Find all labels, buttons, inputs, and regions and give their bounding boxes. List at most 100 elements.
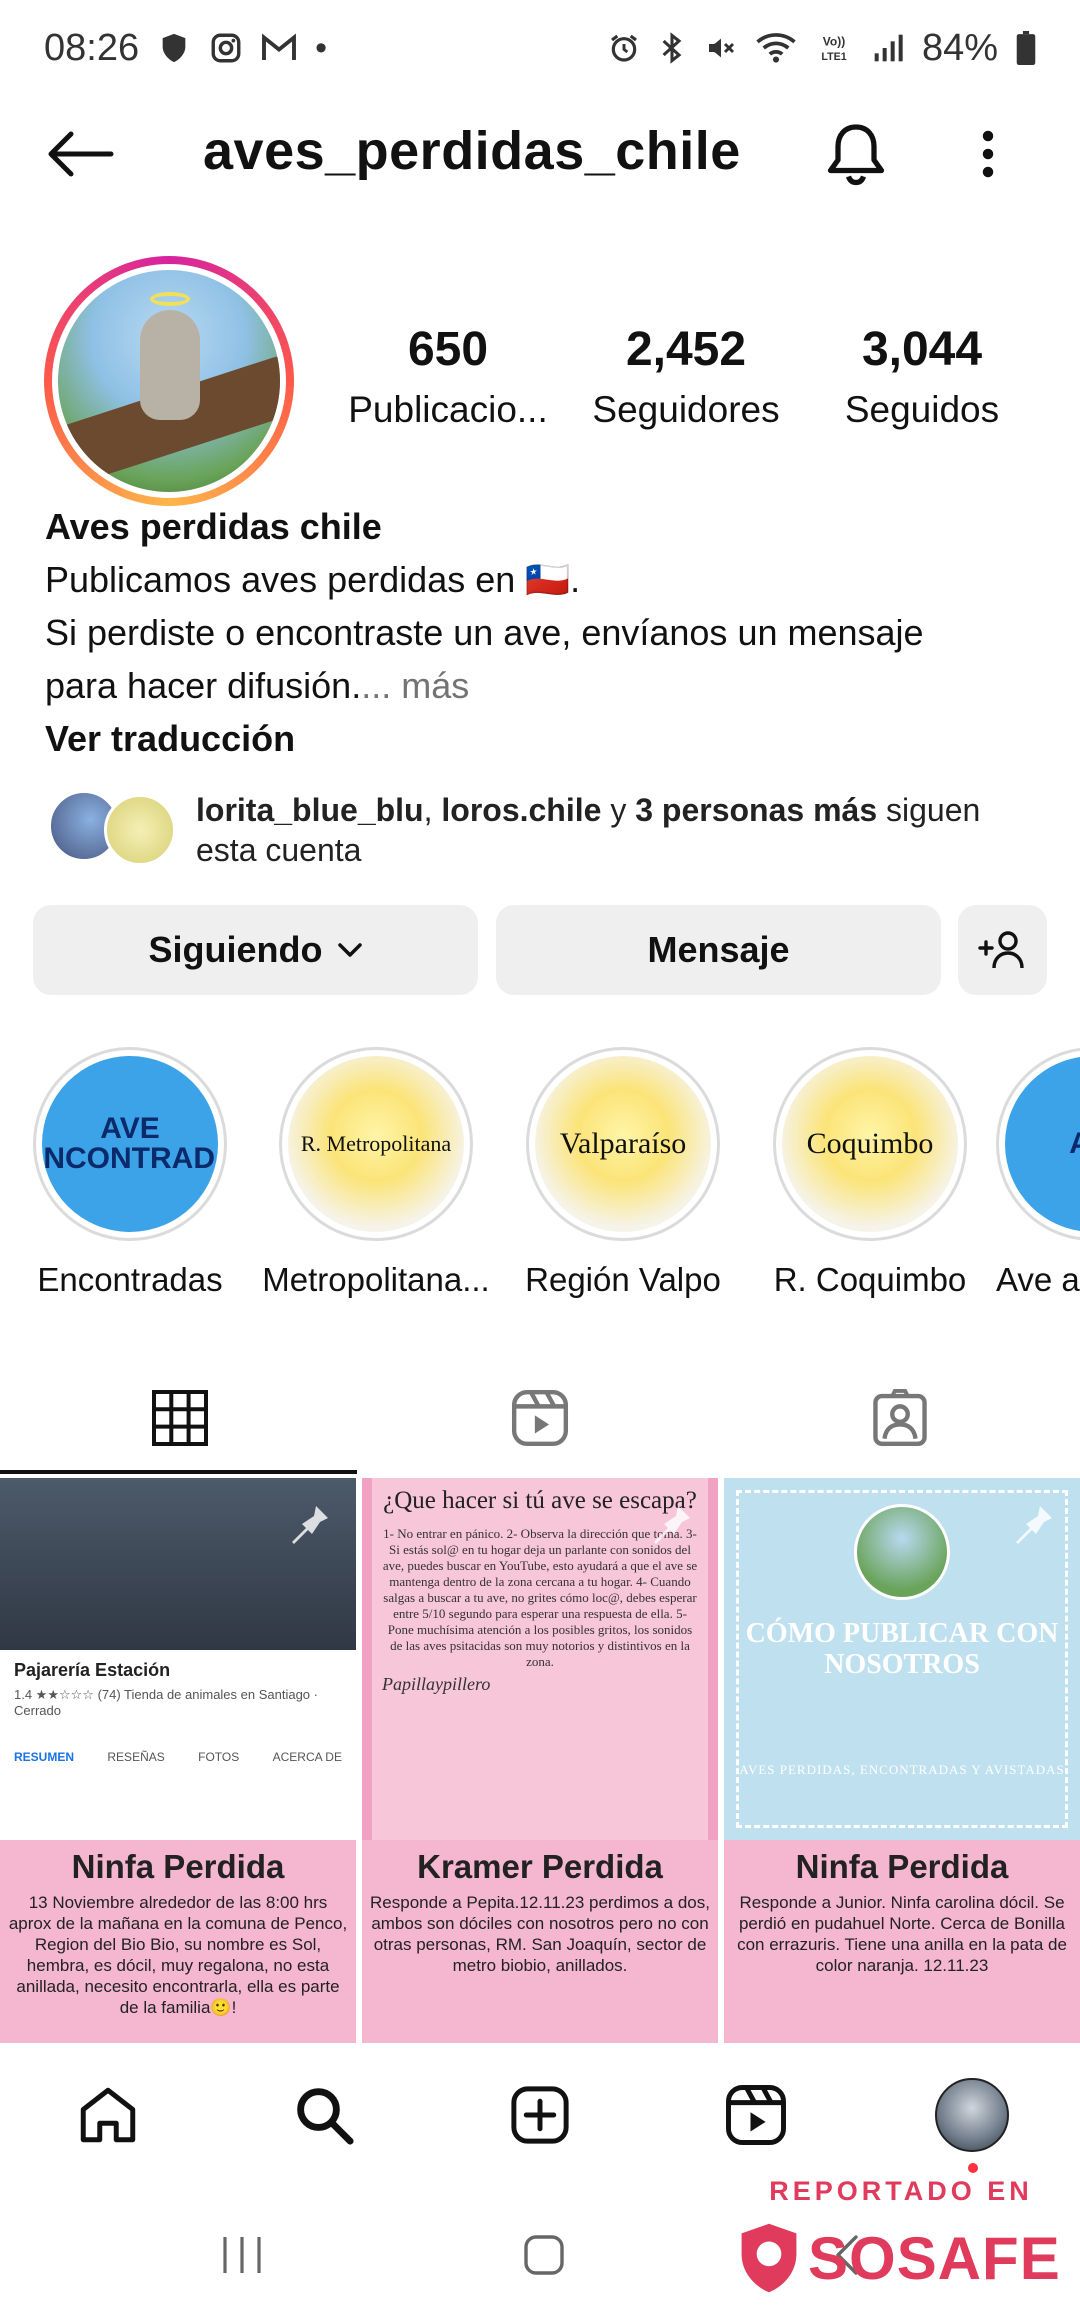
post-3-avatar [854, 1504, 950, 1600]
post-1-card-sub: 1.4 ★★☆☆☆ (74) Tienda de animales en San… [14, 1687, 318, 1718]
highlight-5-cover: AVI [1005, 1056, 1080, 1232]
post-1-image: Pajarería Estación 1.4 ★★☆☆☆ (74) Tienda… [0, 1478, 356, 1840]
post-3-title: Ninfa Perdida [795, 1848, 1009, 1885]
followed-by-separator: , [423, 792, 442, 828]
post-3[interactable]: CÓMO PUBLICAR CON NOSOTROS AVES PERDIDAS… [724, 1478, 1080, 2043]
followed-by-conjunction: y [601, 792, 636, 828]
sosafe-shield-logo-icon [741, 2223, 797, 2293]
status-bar: 08:26 • Vo)) LTE1 84% [0, 0, 1080, 96]
svg-text:Vo)): Vo)) [823, 34, 845, 48]
notifications-button[interactable] [820, 118, 892, 190]
profile-avatar[interactable] [44, 256, 294, 506]
following-label: Seguidos [844, 389, 1000, 430]
bio-line-3-wrapper: para hacer difusión.... más [45, 659, 1045, 712]
highlight-2-ring: R. Metropolitana [279, 1047, 473, 1241]
bio-name: Aves perdidas chile [45, 506, 382, 547]
following-button-label: Siguiendo [148, 929, 323, 970]
dot-icon: • [315, 28, 327, 67]
posts-count: 650 [407, 323, 489, 376]
highlight-4-cover: Coquimbo [782, 1056, 958, 1232]
bottom-navigation [0, 2045, 1080, 2185]
post-1-card-tab-1: RESUMEN [14, 1750, 75, 1764]
back-button[interactable] [40, 124, 120, 184]
post-3-image: CÓMO PUBLICAR CON NOSOTROS AVES PERDIDAS… [724, 1478, 1080, 1840]
tab-reels[interactable] [360, 1360, 720, 1475]
nav-home[interactable] [68, 2075, 148, 2155]
stat-followers[interactable]: 2,452 Seguidores [576, 322, 796, 431]
pinned-icon [654, 1506, 690, 1544]
highlight-2-cover: R. Metropolitana [288, 1056, 464, 1232]
recent-apps-button[interactable] [202, 2220, 282, 2290]
tab-tagged[interactable] [720, 1360, 1080, 1475]
followed-by-row[interactable]: lorita_blue_blu, loros.chile y 3 persona… [48, 790, 1038, 870]
nav-create[interactable] [500, 2075, 580, 2155]
nav-profile[interactable] [932, 2075, 1012, 2155]
following-button[interactable]: Siguiendo [33, 905, 478, 995]
volte-icon: Vo)) LTE1 [821, 34, 846, 63]
see-translation-link[interactable]: Ver traducción [45, 712, 1045, 765]
watermark-brand-name: SOSAFE [808, 2224, 1061, 2292]
post-2-image-sign: Papillaypillero [382, 1674, 491, 1694]
bio-more-link[interactable]: ... más [361, 665, 469, 706]
signal-icon [874, 34, 903, 62]
active-tab-indicator [0, 1470, 357, 1474]
svg-text:LTE1: LTE1 [821, 51, 846, 63]
gmail-icon [262, 33, 297, 60]
message-button[interactable]: Mensaje [496, 905, 941, 995]
stat-following[interactable]: 3,044 Seguidos [812, 322, 1032, 431]
status-left: 08:26 • [44, 27, 327, 70]
highlight-3-ring: Valparaíso [526, 1047, 720, 1241]
highlight-4[interactable]: Coquimbo R. Coquimbo [750, 1047, 990, 1299]
follower-avatar-2 [104, 794, 176, 866]
highlight-3-label: Región Valpo [525, 1261, 721, 1298]
post-1-map-card: Pajarería Estación 1.4 ★★☆☆☆ (74) Tienda… [0, 1650, 356, 1840]
highlight-1-ring: AVE ENCONTRADA [33, 1047, 227, 1241]
profile-actions: Siguiendo Mensaje [33, 905, 1047, 995]
highlight-2[interactable]: R. Metropolitana Metropolitana... [256, 1047, 496, 1299]
more-vertical-icon [982, 130, 994, 178]
add-person-icon [977, 931, 1024, 969]
sosafe-watermark: REPORTADO EN SOSAFE [736, 2176, 1066, 2306]
post-1-card-title: Pajarería Estación [14, 1660, 171, 1680]
stat-posts[interactable]: 650 Publicacio... [338, 322, 558, 431]
home-system-button[interactable] [504, 2220, 584, 2290]
post-1[interactable]: Pajarería Estación 1.4 ★★☆☆☆ (74) Tienda… [0, 1478, 356, 2043]
avatar-image [58, 270, 280, 492]
bio-line-1: Publicamos aves perdidas en 🇨🇱. [45, 559, 581, 600]
posts-label: Publicacio... [348, 389, 548, 430]
battery-icon [1016, 31, 1036, 65]
bell-icon [827, 124, 885, 186]
suggest-people-button[interactable] [958, 905, 1047, 995]
nav-profile-avatar [935, 2078, 1009, 2152]
highlight-1[interactable]: AVE ENCONTRADA Encontradas [10, 1047, 250, 1299]
post-2-image: ¿Que hacer si tú ave se escapa? 1- No en… [362, 1478, 718, 1840]
following-count: 3,044 [861, 323, 983, 376]
pinned-icon [1016, 1506, 1052, 1544]
highlight-3[interactable]: Valparaíso Región Valpo [503, 1047, 743, 1299]
instagram-icon [211, 33, 241, 63]
post-1-card-tabs: RESUMEN RESEÑAS FOTOS ACERCA DE [14, 1750, 342, 1764]
nav-search[interactable] [284, 2075, 364, 2155]
bio-line-3: para hacer difusión. [45, 665, 362, 706]
more-options-button[interactable] [968, 118, 1008, 190]
highlight-3-cover: Valparaíso [535, 1056, 711, 1232]
chevron-down-icon [337, 943, 362, 957]
followers-count: 2,452 [625, 323, 747, 376]
post-1-card-tab-4: ACERCA DE [272, 1750, 342, 1764]
highlight-5-label: Ave a [996, 1261, 1080, 1298]
bluetooth-icon [662, 32, 682, 64]
post-2-desc: Responde a Pepita.12.11.23 perdimos a do… [370, 1893, 710, 1975]
tab-posts-grid[interactable] [0, 1360, 360, 1475]
back-arrow-icon [48, 131, 114, 177]
post-2-title: Kramer Perdida [417, 1848, 663, 1885]
post-1-card-tab-3: FOTOS [198, 1750, 240, 1764]
recent-apps-icon [223, 2237, 261, 2273]
highlight-4-label: R. Coquimbo [773, 1261, 967, 1298]
post-2[interactable]: ¿Que hacer si tú ave se escapa? 1- No en… [362, 1478, 718, 2043]
highlight-5[interactable]: AVI Ave a [996, 1047, 1080, 1299]
nav-reels[interactable] [716, 2075, 796, 2155]
avatar-border [52, 264, 286, 498]
avatar-halo-shape [150, 292, 190, 306]
highlight-2-label: Metropolitana... [262, 1261, 490, 1298]
profile-username: aves_perdidas_chile [203, 121, 741, 181]
